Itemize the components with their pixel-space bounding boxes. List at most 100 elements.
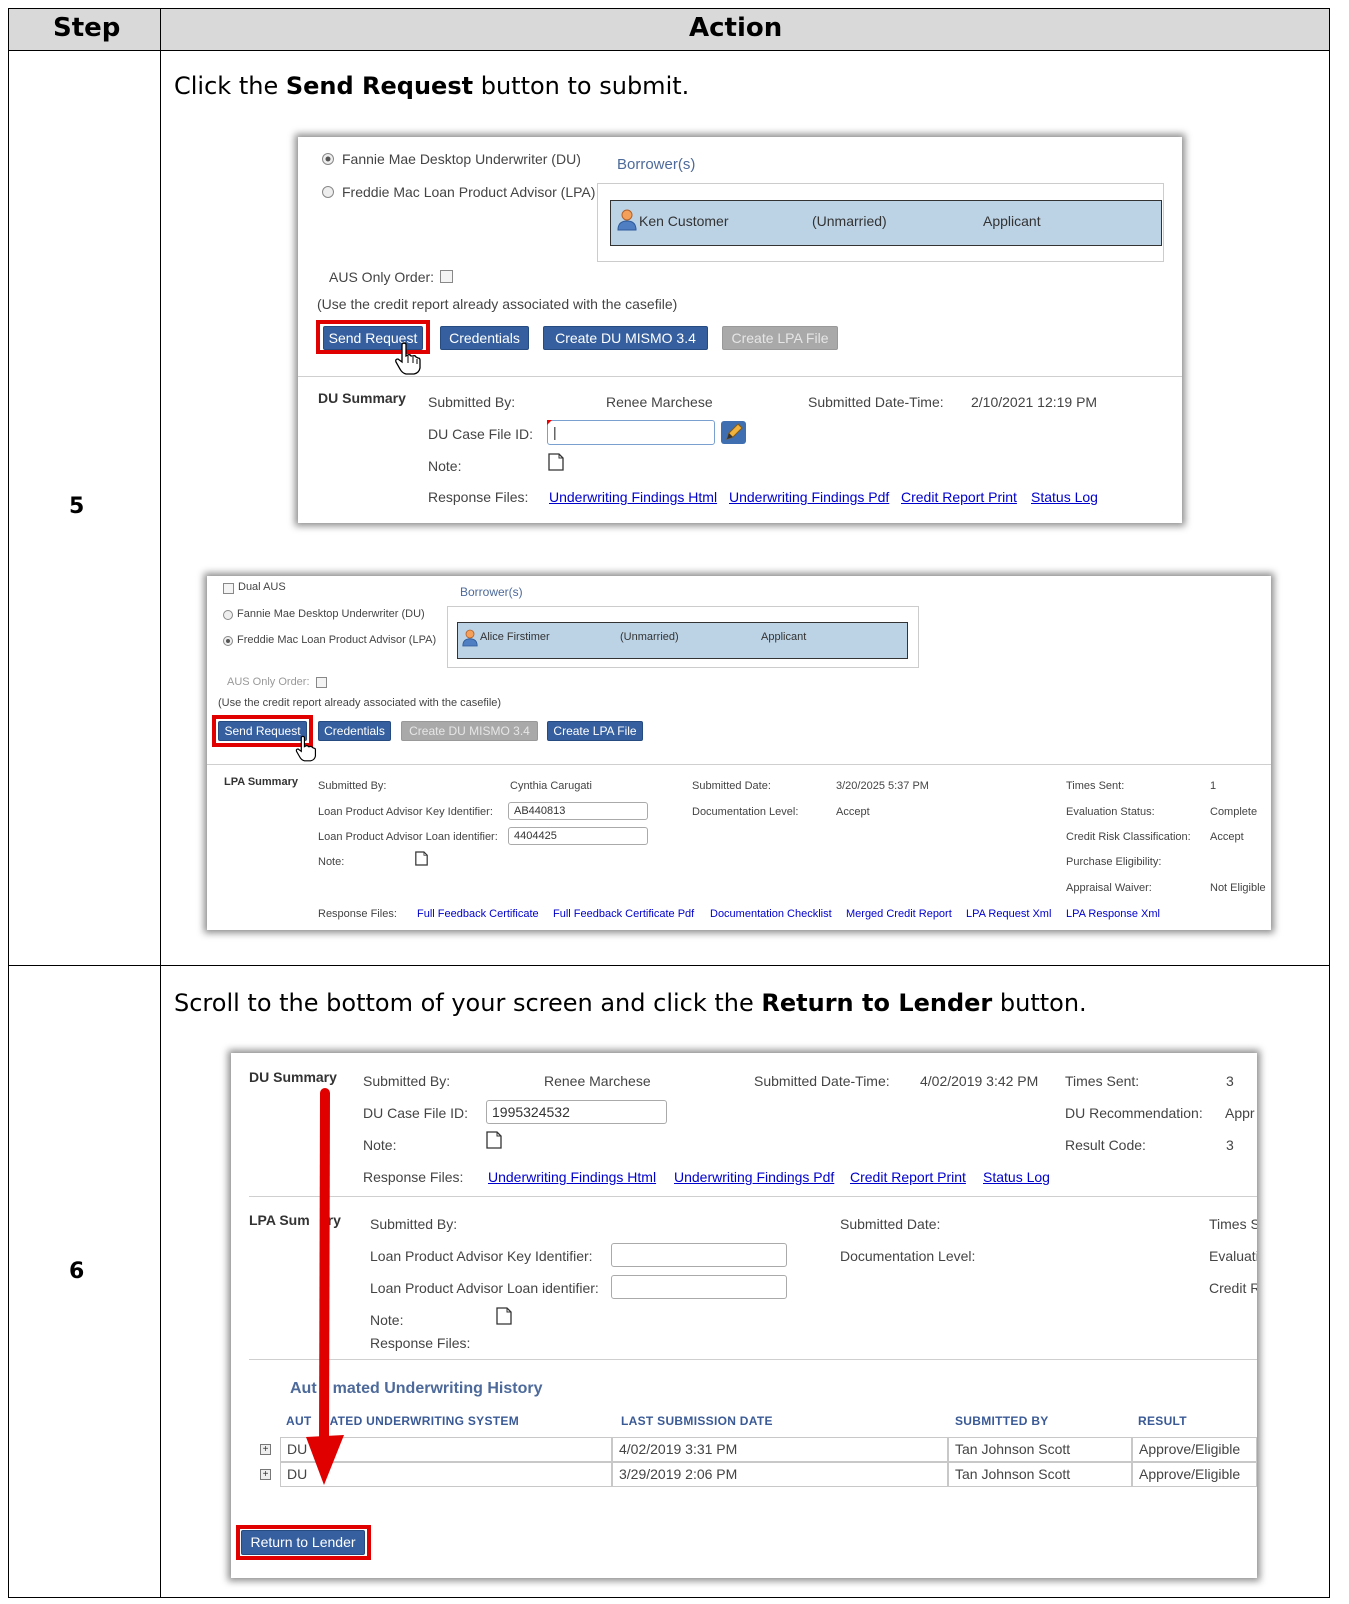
file-link[interactable]: Status Log (1031, 489, 1098, 505)
required-marker (547, 420, 552, 425)
evaluation-status-value: Complete (1210, 806, 1258, 818)
du-radio[interactable] (223, 610, 233, 620)
create-lpa-button[interactable]: Create LPA File (547, 721, 643, 741)
lpa-loan-identifier-label: Loan Product Advisor Loan identifier: (370, 1280, 599, 1296)
lpa-radio-label: Freddie Mac Loan Product Advisor (LPA) (237, 634, 437, 646)
history-cell: 3/29/2019 2:06 PM (612, 1462, 948, 1487)
times-sent-label: Times Sent: (1065, 1073, 1140, 1089)
borrower-name: Alice Firstimer (480, 631, 550, 643)
return-screenshot: DU Summary Submitted By: Renee Marchese … (231, 1053, 1257, 1578)
table-header (9, 9, 1329, 50)
submitted-by-label: Submitted By: (318, 780, 387, 792)
borrowers-title: Borrower(s) (460, 585, 523, 599)
lpa-key-identifier-label: Loan Product Advisor Key Identifier: (370, 1248, 593, 1264)
case-file-id-label: DU Case File ID: (363, 1105, 469, 1121)
purchase-eligibility-label: Purchase Eligibility: (1066, 856, 1162, 868)
credit-note: (Use the credit report already associate… (317, 296, 678, 312)
file-link[interactable]: LPA Request Xml (966, 908, 1051, 920)
create-du-button[interactable]: Create DU MISMO 3.4 (543, 326, 708, 350)
expand-icon[interactable]: + (260, 1469, 271, 1480)
step-6-instruction: Scroll to the bottom of your screen and … (174, 989, 1087, 1017)
file-link[interactable]: Merged Credit Report (846, 908, 952, 920)
credentials-button[interactable]: Credentials (440, 326, 529, 350)
result-code-value: 3 (1226, 1137, 1234, 1153)
hand-cursor-icon (395, 342, 421, 375)
divider (249, 1196, 1257, 1197)
du-recommendation-value: Appr (1225, 1105, 1255, 1121)
credentials-button[interactable]: Credentials (318, 721, 391, 741)
case-file-id-label: DU Case File ID: (428, 426, 534, 442)
times-sent-value: 3 (1226, 1073, 1234, 1089)
lpa-radio-label: Freddie Mac Loan Product Advisor (LPA) (342, 184, 596, 200)
dual-aus-checkbox[interactable] (223, 583, 234, 594)
du-radio[interactable] (322, 153, 334, 165)
step-5-instruction: Click the Send Request button to submit. (174, 72, 689, 100)
edit-pencil-button[interactable] (721, 421, 746, 444)
lpa-submitted-date-label: Submitted Date: (840, 1216, 941, 1232)
submitted-datetime-label: Submitted Date-Time: (808, 394, 944, 410)
file-link[interactable]: Credit Report Print (850, 1169, 966, 1185)
response-files-label: Response Files: (363, 1169, 464, 1185)
row-divider (9, 965, 1329, 966)
du-radio-label: Fannie Mae Desktop Underwriter (DU) (237, 608, 425, 620)
note-icon[interactable] (496, 1307, 512, 1325)
lpa-times-sent-label: Times S (1209, 1216, 1257, 1232)
borrower-role: Applicant (983, 213, 1041, 229)
instruction-bold: Send Request (285, 72, 474, 100)
lpa-response-files-label: Response Files: (370, 1335, 471, 1351)
history-cell: Tan Johnson Scott (948, 1437, 1132, 1462)
case-file-id-input[interactable]: 1995324532 (486, 1100, 667, 1124)
lpa-key-identifier-input[interactable] (611, 1243, 787, 1267)
loan-identifier-input[interactable]: 4404425 (508, 827, 648, 845)
du-summary-title: DU Summary (318, 390, 406, 406)
evaluation-status-label: Evaluation Status: (1066, 806, 1155, 818)
credit-risk-value: Accept (1210, 831, 1244, 843)
hand-cursor-icon (295, 735, 317, 762)
du-summary-title: DU Summary (249, 1069, 337, 1085)
file-link[interactable]: Documentation Checklist (710, 908, 832, 920)
dual-aus-label: Dual AUS (238, 581, 286, 593)
case-file-id-input[interactable]: | (547, 420, 715, 445)
response-files-label: Response Files: (318, 908, 397, 920)
step-number-5: 5 (69, 494, 85, 519)
file-link[interactable]: LPA Response Xml (1066, 908, 1160, 920)
file-link[interactable]: Underwriting Findings Html (549, 489, 717, 505)
divider (298, 376, 1182, 377)
note-icon[interactable] (548, 453, 564, 471)
credit-risk-label: Credit Risk Classification: (1066, 831, 1191, 843)
borrower-row[interactable]: Alice Firstimer (Unmarried) Applicant (457, 622, 908, 659)
row-divider (9, 50, 1329, 51)
lpa-radio[interactable] (322, 186, 334, 198)
expand-icon[interactable]: + (260, 1444, 271, 1455)
file-link[interactable]: Status Log (983, 1169, 1050, 1185)
file-link[interactable]: Full Feedback Certificate Pdf (553, 908, 694, 920)
history-cell: Approve/Eligible (1132, 1437, 1257, 1462)
lpa-note-label: Note: (370, 1312, 404, 1328)
du-recommendation-label: DU Recommendation: (1065, 1105, 1203, 1121)
note-label: Note: (318, 856, 345, 868)
documentation-level-label: Documentation Level: (692, 806, 799, 818)
instruction-bold: Return to Lender (761, 989, 993, 1017)
lpa-loan-identifier-input[interactable] (611, 1275, 787, 1299)
aus-only-checkbox[interactable] (440, 270, 453, 283)
lpa-summary-title: LPA Summary (224, 776, 298, 788)
loan-identifier-label: Loan Product Advisor Loan identifier: (318, 831, 498, 843)
instruction-text: button to submit. (473, 72, 690, 100)
borrower-row[interactable]: Ken Customer (Unmarried) Applicant (610, 200, 1162, 246)
submitted-by-value: Cynthia Carugati (510, 780, 592, 792)
file-link[interactable]: Underwriting Findings Pdf (674, 1169, 834, 1185)
file-link[interactable]: Underwriting Findings Html (488, 1169, 656, 1185)
note-label: Note: (363, 1137, 397, 1153)
key-identifier-input[interactable]: AB440813 (508, 802, 648, 820)
lpa-radio[interactable] (223, 636, 233, 646)
file-link[interactable]: Underwriting Findings Pdf (729, 489, 889, 505)
borrower-panel: Alice Firstimer (Unmarried) Applicant (447, 606, 919, 668)
instruction-text: button. (992, 989, 1087, 1017)
note-icon[interactable] (415, 851, 428, 866)
note-icon[interactable] (486, 1131, 502, 1149)
file-link[interactable]: Credit Report Print (901, 489, 1017, 505)
submitted-by-value: Renee Marchese (606, 394, 713, 410)
submitted-date-value: 3/20/2025 5:37 PM (836, 780, 929, 792)
file-link[interactable]: Full Feedback Certificate (417, 908, 539, 920)
submitted-by-label: Submitted By: (363, 1073, 451, 1089)
